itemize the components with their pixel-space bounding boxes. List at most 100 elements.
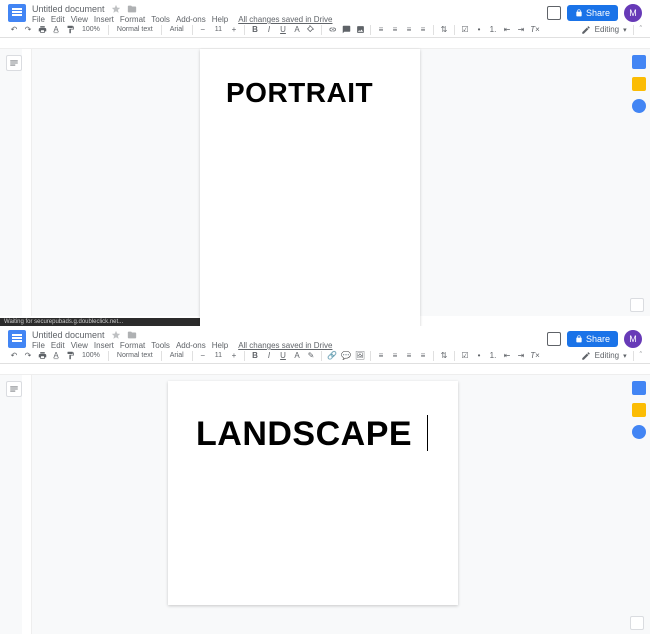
- insert-image-button[interactable]: [354, 24, 366, 36]
- vertical-ruler[interactable]: [22, 375, 32, 634]
- folder-icon[interactable]: [127, 330, 137, 340]
- menu-insert[interactable]: Insert: [94, 341, 114, 350]
- font-size-minus[interactable]: −: [197, 350, 209, 362]
- clear-formatting-button[interactable]: T×: [529, 24, 541, 36]
- align-left-button[interactable]: ≡: [375, 350, 387, 362]
- checklist-button[interactable]: ☑: [459, 350, 471, 362]
- font-select[interactable]: Arial: [166, 352, 188, 359]
- insert-link-button[interactable]: [326, 24, 338, 36]
- decrease-indent-button[interactable]: ⇤: [501, 24, 513, 36]
- spellcheck-button[interactable]: A̲: [50, 350, 62, 362]
- document-title[interactable]: Untitled document: [32, 330, 105, 340]
- text-color-button[interactable]: A: [291, 24, 303, 36]
- insert-comment-button[interactable]: 💬: [340, 350, 352, 362]
- align-center-button[interactable]: ≡: [389, 24, 401, 36]
- bulleted-list-button[interactable]: •: [473, 350, 485, 362]
- text-color-button[interactable]: A: [291, 350, 303, 362]
- page-portrait[interactable]: PORTRAIT: [200, 49, 420, 334]
- align-center-button[interactable]: ≡: [389, 350, 401, 362]
- comment-history-icon[interactable]: [547, 332, 561, 346]
- undo-button[interactable]: ↶: [8, 24, 20, 36]
- document-outline-button[interactable]: [6, 55, 22, 71]
- zoom-select[interactable]: 100%: [78, 352, 104, 359]
- editing-mode[interactable]: Editing: [595, 25, 619, 34]
- paint-format-button[interactable]: [64, 24, 76, 36]
- menu-tools[interactable]: Tools: [151, 15, 170, 24]
- clear-formatting-button[interactable]: T×: [529, 350, 541, 362]
- chevron-down-icon[interactable]: ▾: [623, 26, 627, 34]
- italic-button[interactable]: I: [263, 350, 275, 362]
- account-avatar[interactable]: M: [624, 4, 642, 22]
- explore-button[interactable]: [630, 298, 644, 312]
- increase-indent-button[interactable]: ⇥: [515, 350, 527, 362]
- spellcheck-button[interactable]: A̲: [50, 24, 62, 36]
- page-text[interactable]: PORTRAIT: [226, 77, 373, 109]
- style-select[interactable]: Normal text: [113, 352, 157, 359]
- horizontal-ruler[interactable]: [22, 38, 628, 48]
- font-select[interactable]: Arial: [166, 26, 188, 33]
- font-size-minus[interactable]: −: [197, 24, 209, 36]
- menu-help[interactable]: Help: [212, 15, 228, 24]
- page-text[interactable]: LANDSCAPE: [196, 415, 412, 454]
- line-spacing-button[interactable]: ⇅: [438, 24, 450, 36]
- insert-comment-button[interactable]: [340, 24, 352, 36]
- font-size-input[interactable]: 11: [211, 352, 226, 359]
- numbered-list-button[interactable]: 1.: [487, 24, 499, 36]
- document-title[interactable]: Untitled document: [32, 4, 105, 14]
- numbered-list-button[interactable]: 1.: [487, 350, 499, 362]
- underline-button[interactable]: U: [277, 350, 289, 362]
- paint-format-button[interactable]: [64, 350, 76, 362]
- style-select[interactable]: Normal text: [113, 26, 157, 33]
- star-icon[interactable]: [111, 4, 121, 14]
- chevron-down-icon[interactable]: ▾: [623, 352, 627, 360]
- menu-help[interactable]: Help: [212, 341, 228, 350]
- keep-icon[interactable]: [632, 77, 646, 91]
- docs-logo-icon[interactable]: [8, 330, 26, 348]
- docs-logo-icon[interactable]: [8, 4, 26, 22]
- line-spacing-button[interactable]: ⇅: [438, 350, 450, 362]
- star-icon[interactable]: [111, 330, 121, 340]
- menu-format[interactable]: Format: [120, 15, 145, 24]
- menu-format[interactable]: Format: [120, 341, 145, 350]
- highlight-button[interactable]: [305, 24, 317, 36]
- calendar-icon[interactable]: [632, 381, 646, 395]
- underline-button[interactable]: U: [277, 24, 289, 36]
- horizontal-ruler[interactable]: [22, 364, 628, 374]
- document-outline-button[interactable]: [6, 381, 22, 397]
- align-justify-button[interactable]: ≡: [417, 24, 429, 36]
- tasks-icon[interactable]: [632, 99, 646, 113]
- align-right-button[interactable]: ≡: [403, 350, 415, 362]
- editing-mode[interactable]: Editing: [595, 351, 619, 360]
- align-justify-button[interactable]: ≡: [417, 350, 429, 362]
- chevron-up-icon[interactable]: ˆ: [640, 26, 642, 33]
- decrease-indent-button[interactable]: ⇤: [501, 350, 513, 362]
- redo-button[interactable]: ↷: [22, 24, 34, 36]
- checklist-button[interactable]: ☑: [459, 24, 471, 36]
- highlight-button[interactable]: ✎: [305, 350, 317, 362]
- bold-button[interactable]: B: [249, 24, 261, 36]
- zoom-select[interactable]: 100%: [78, 26, 104, 33]
- increase-indent-button[interactable]: ⇥: [515, 24, 527, 36]
- comment-history-icon[interactable]: [547, 6, 561, 20]
- calendar-icon[interactable]: [632, 55, 646, 69]
- menu-insert[interactable]: Insert: [94, 15, 114, 24]
- page-landscape[interactable]: LANDSCAPE: [168, 381, 458, 605]
- font-size-plus[interactable]: +: [228, 350, 240, 362]
- folder-icon[interactable]: [127, 4, 137, 14]
- keep-icon[interactable]: [632, 403, 646, 417]
- share-button[interactable]: Share: [567, 5, 618, 21]
- menu-tools[interactable]: Tools: [151, 341, 170, 350]
- bulleted-list-button[interactable]: •: [473, 24, 485, 36]
- insert-link-button[interactable]: 🔗: [326, 350, 338, 362]
- share-button[interactable]: Share: [567, 331, 618, 347]
- align-left-button[interactable]: ≡: [375, 24, 387, 36]
- insert-image-button[interactable]: 🖼: [354, 350, 366, 362]
- font-size-input[interactable]: 11: [211, 26, 226, 33]
- print-button[interactable]: [36, 24, 48, 36]
- print-button[interactable]: [36, 350, 48, 362]
- vertical-ruler[interactable]: [22, 49, 32, 316]
- italic-button[interactable]: I: [263, 24, 275, 36]
- align-right-button[interactable]: ≡: [403, 24, 415, 36]
- chevron-up-icon[interactable]: ˆ: [640, 352, 642, 359]
- redo-button[interactable]: ↷: [22, 350, 34, 362]
